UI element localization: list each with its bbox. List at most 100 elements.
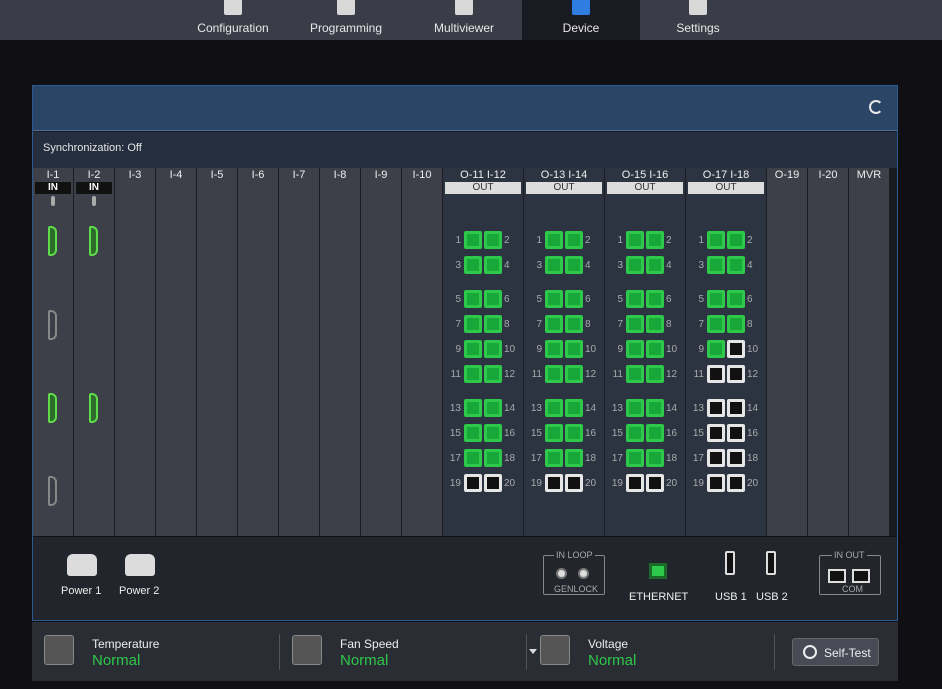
sfp-port-icon[interactable] [626, 256, 644, 274]
sfp-port-icon[interactable] [565, 340, 583, 358]
slot-i-6[interactable]: I-6 [238, 168, 279, 536]
sfp-port-icon[interactable] [464, 449, 482, 467]
sfp-port-icon[interactable] [626, 474, 644, 492]
sfp-port-icon[interactable] [565, 290, 583, 308]
sfp-port-icon[interactable] [727, 290, 745, 308]
sfp-port-icon[interactable] [646, 449, 664, 467]
sfp-port-icon[interactable] [484, 449, 502, 467]
displayport-icon[interactable] [48, 476, 57, 506]
slot-mvr[interactable]: MVR [849, 168, 890, 536]
sfp-port-icon[interactable] [727, 340, 745, 358]
sfp-port-icon[interactable] [464, 290, 482, 308]
sfp-port-icon[interactable] [545, 424, 563, 442]
sfp-port-icon[interactable] [484, 365, 502, 383]
sfp-port-icon[interactable] [464, 315, 482, 333]
slot-i-20[interactable]: I-20 [808, 168, 849, 536]
sfp-port-icon[interactable] [707, 315, 725, 333]
sfp-port-icon[interactable] [545, 256, 563, 274]
hdmi-port-icon[interactable] [89, 226, 98, 256]
slot-o-17-i-18[interactable]: O-17 I-18 OUT 1 2 3 4 5 6 7 8 9 10 11 12 13 14 15 16 17 18 1… [686, 168, 767, 536]
sfp-port-icon[interactable] [464, 340, 482, 358]
refresh-icon[interactable] [869, 100, 883, 114]
sfp-port-icon[interactable] [464, 424, 482, 442]
sfp-port-icon[interactable] [707, 399, 725, 417]
sfp-port-icon[interactable] [484, 399, 502, 417]
sfp-port-icon[interactable] [707, 290, 725, 308]
sfp-port-icon[interactable] [565, 365, 583, 383]
sfp-port-icon[interactable] [727, 231, 745, 249]
slot-i-4[interactable]: I-4 [156, 168, 197, 536]
sfp-port-icon[interactable] [626, 365, 644, 383]
tab-configuration[interactable]: Configuration [196, 0, 270, 40]
slot-i-1[interactable]: I-1 IN [33, 168, 74, 536]
slot-i-7[interactable]: I-7 [279, 168, 320, 536]
sfp-port-icon[interactable] [626, 399, 644, 417]
sfp-port-icon[interactable] [727, 256, 745, 274]
sfp-port-icon[interactable] [707, 449, 725, 467]
sfp-port-icon[interactable] [646, 365, 664, 383]
sfp-port-icon[interactable] [626, 340, 644, 358]
sfp-port-icon[interactable] [464, 256, 482, 274]
sfp-port-icon[interactable] [646, 256, 664, 274]
sfp-port-icon[interactable] [727, 449, 745, 467]
sfp-port-icon[interactable] [707, 365, 725, 383]
sfp-port-icon[interactable] [707, 256, 725, 274]
sfp-port-icon[interactable] [707, 231, 725, 249]
sfp-port-icon[interactable] [565, 449, 583, 467]
sfp-port-icon[interactable] [626, 424, 644, 442]
slot-i-3[interactable]: I-3 [115, 168, 156, 536]
displayport-icon[interactable] [48, 310, 57, 340]
sfp-port-icon[interactable] [727, 315, 745, 333]
sfp-port-icon[interactable] [565, 424, 583, 442]
sfp-port-icon[interactable] [484, 290, 502, 308]
tab-device[interactable]: Device [522, 0, 640, 40]
sfp-port-icon[interactable] [727, 474, 745, 492]
sfp-port-icon[interactable] [484, 315, 502, 333]
sfp-port-icon[interactable] [646, 315, 664, 333]
sfp-port-icon[interactable] [545, 449, 563, 467]
sfp-port-icon[interactable] [545, 365, 563, 383]
sfp-port-icon[interactable] [565, 315, 583, 333]
sfp-port-icon[interactable] [464, 399, 482, 417]
slot-i-10[interactable]: I-10 [402, 168, 443, 536]
sfp-port-icon[interactable] [484, 231, 502, 249]
sfp-port-icon[interactable] [646, 231, 664, 249]
sfp-port-icon[interactable] [484, 256, 502, 274]
sfp-port-icon[interactable] [484, 340, 502, 358]
sfp-port-icon[interactable] [646, 399, 664, 417]
sfp-port-icon[interactable] [565, 399, 583, 417]
hdmi-port-icon[interactable] [89, 393, 98, 423]
slot-i-9[interactable]: I-9 [361, 168, 402, 536]
sfp-port-icon[interactable] [545, 231, 563, 249]
sfp-port-icon[interactable] [545, 340, 563, 358]
sfp-port-icon[interactable] [626, 315, 644, 333]
sfp-port-icon[interactable] [464, 365, 482, 383]
sfp-port-icon[interactable] [727, 399, 745, 417]
hdmi-port-icon[interactable] [48, 393, 57, 423]
sfp-port-icon[interactable] [545, 315, 563, 333]
sfp-port-icon[interactable] [464, 474, 482, 492]
sfp-port-icon[interactable] [545, 399, 563, 417]
sfp-port-icon[interactable] [626, 290, 644, 308]
sfp-port-icon[interactable] [707, 340, 725, 358]
sfp-port-icon[interactable] [626, 231, 644, 249]
sfp-port-icon[interactable] [626, 449, 644, 467]
slot-i-2[interactable]: I-2 IN [74, 168, 115, 536]
sfp-port-icon[interactable] [484, 424, 502, 442]
slot-i-8[interactable]: I-8 [320, 168, 361, 536]
tab-multiviewer[interactable]: Multiviewer [426, 0, 502, 40]
sfp-port-icon[interactable] [707, 424, 725, 442]
sfp-port-icon[interactable] [484, 474, 502, 492]
self-test-button[interactable]: Self-Test [792, 638, 879, 666]
hdmi-port-icon[interactable] [48, 226, 57, 256]
sfp-port-icon[interactable] [727, 424, 745, 442]
sfp-port-icon[interactable] [646, 474, 664, 492]
sfp-port-icon[interactable] [646, 290, 664, 308]
sfp-port-icon[interactable] [464, 231, 482, 249]
tab-programming[interactable]: Programming [306, 0, 386, 40]
sfp-port-icon[interactable] [646, 424, 664, 442]
sfp-port-icon[interactable] [646, 340, 664, 358]
slot-o-13-i-14[interactable]: O-13 I-14 OUT 1 2 3 4 5 6 7 8 9 10 11 12 13 14 15 16 17 18 1… [524, 168, 605, 536]
sfp-port-icon[interactable] [707, 474, 725, 492]
sfp-port-icon[interactable] [565, 231, 583, 249]
